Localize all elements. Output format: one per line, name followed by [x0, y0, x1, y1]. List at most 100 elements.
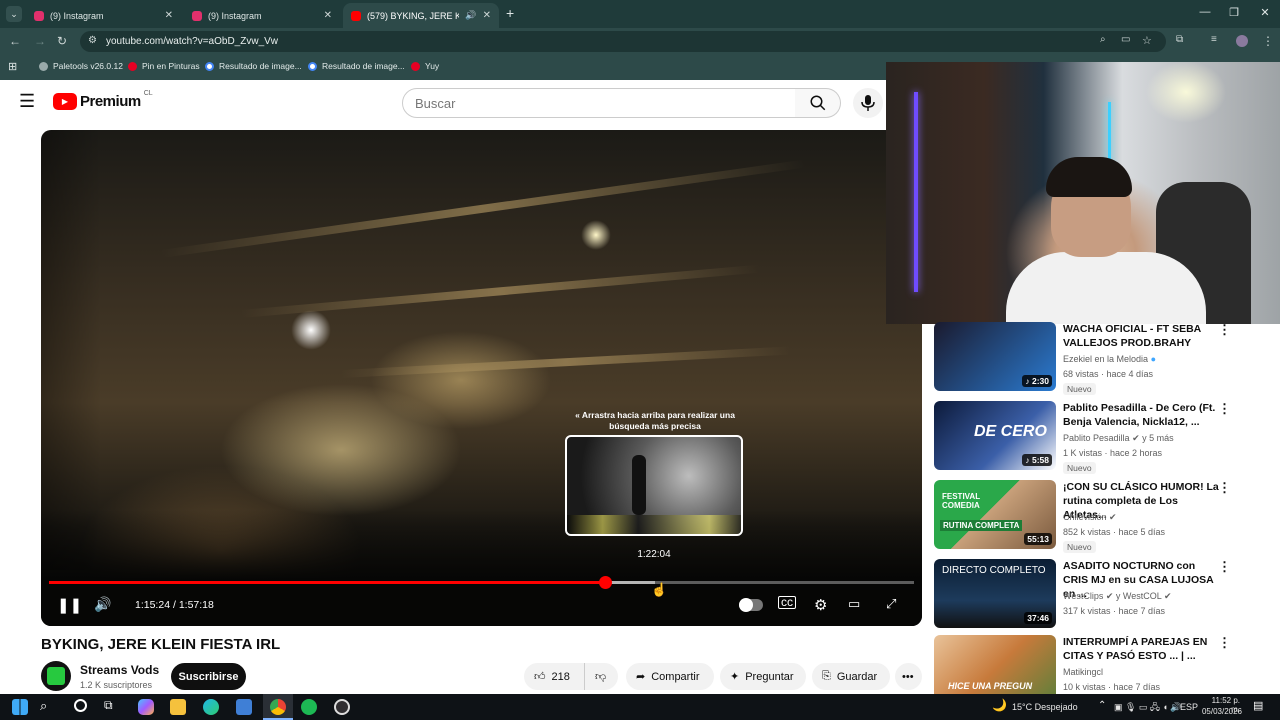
windows-start-icon[interactable] [12, 699, 28, 715]
obs-icon[interactable] [334, 699, 350, 715]
recommendation-channel: Ezekiel en la Melodia ● [1063, 354, 1156, 364]
menu-icon[interactable]: ⋮ [1262, 34, 1274, 48]
ask-button[interactable]: ✦ Preguntar [720, 663, 806, 690]
microphone-icon [861, 95, 875, 111]
more-vert-icon[interactable]: ⋮ [1218, 635, 1231, 651]
verified-icon: ● [1150, 354, 1157, 364]
minimize-icon[interactable]: — [1190, 6, 1220, 18]
channel-logo-icon [47, 667, 65, 685]
youtube-logo[interactable]: ▶ Premium CL [53, 90, 153, 110]
weather-text[interactable]: 15°C Despejado [1012, 702, 1078, 712]
weather-icon[interactable]: 🌙 [992, 698, 1007, 712]
spotify-icon[interactable] [301, 699, 317, 715]
progress-played-fill [49, 581, 605, 584]
video-thumbnail[interactable]: DE CERO ♪ 5:58 [934, 401, 1056, 470]
search-icon[interactable]: ⌕ [40, 698, 47, 714]
more-actions-button[interactable]: ••• [895, 663, 922, 690]
tray-chevron-icon[interactable]: ⌃ [1098, 700, 1106, 711]
file-explorer-icon[interactable] [170, 699, 186, 715]
bookmark-google-1[interactable]: Resultado de image... [205, 61, 302, 71]
store-icon[interactable] [236, 699, 252, 715]
channel-name[interactable]: Streams Vods [80, 663, 159, 677]
video-player[interactable]: « Arrastra hacia arriba para realizar un… [41, 130, 922, 626]
bookmark-label: Resultado de image... [219, 61, 302, 71]
more-vert-icon[interactable]: ⋮ [1218, 401, 1231, 417]
duration-badge: 55:13 [1024, 533, 1052, 545]
apps-icon[interactable]: ⊞ [8, 60, 17, 73]
tab-instagram-2[interactable]: (9) Instagram ✕ [184, 3, 340, 28]
hamburger-menu-icon[interactable]: ☰ [19, 91, 35, 112]
settings-gear-icon[interactable]: ⚙ [814, 596, 827, 614]
subtitles-icon[interactable]: cc [778, 596, 796, 609]
clock-date[interactable]: 05/03/2026 [1200, 707, 1242, 716]
voice-search-button[interactable] [853, 88, 883, 118]
save-button[interactable]: ⎘ Guardar [812, 663, 890, 690]
cast-icon[interactable]: ▭ [1121, 34, 1130, 45]
notifications-icon[interactable]: ▤ [1253, 699, 1263, 712]
audio-icon[interactable]: 🔊 [465, 10, 476, 21]
channel-avatar[interactable] [41, 661, 71, 691]
theater-mode-icon[interactable]: ▭ [848, 596, 860, 612]
fullscreen-icon[interactable]: ⤢ [886, 596, 896, 612]
progress-scrubber-handle[interactable] [599, 576, 612, 589]
search-button[interactable] [795, 88, 841, 118]
new-tab-button[interactable]: + [506, 5, 514, 21]
search-input[interactable]: Buscar [402, 88, 796, 118]
video-thumbnail[interactable]: FESTIVAL COMEDIA RUTINA COMPLETA 55:13 [934, 480, 1056, 549]
video-thumbnail[interactable]: HICE UNA PREGUN [934, 635, 1056, 694]
tray-icons[interactable]: ▣ 🎙 ▭ 🖧 ◖ 🔊 [1114, 700, 1182, 716]
url-input[interactable]: ⚙ youtube.com/watch?v=aObD_Zvw_Vw [80, 31, 1166, 52]
chrome-icon[interactable] [263, 694, 293, 720]
zoom-icon[interactable]: ⌕ [1100, 34, 1106, 45]
recommendation-meta: 68 vistas · hace 4 días [1063, 369, 1154, 379]
close-icon[interactable]: ✕ [324, 10, 332, 21]
verified-icon: ✔ [1105, 591, 1114, 601]
bookmark-yuy[interactable]: Yuy [411, 61, 439, 71]
dislike-button[interactable]: 👎︎ [584, 663, 618, 690]
bookmark-paletools[interactable]: Paletools v26.0.12 [39, 61, 123, 71]
channel-text: Chilevisión [1063, 512, 1107, 522]
recommendation-item[interactable]: ♪ 2:30 WACHA OFICIAL - FT SEBA VALLEJOS … [934, 322, 1264, 395]
bookmark-pinterest-1[interactable]: Pin en Pinturas [128, 61, 200, 71]
more-vert-icon[interactable]: ⋮ [1218, 322, 1231, 338]
close-icon[interactable]: ✕ [483, 10, 491, 21]
tab-youtube[interactable]: (579) BYKING, JERE KLEIN I 🔊 ✕ [343, 3, 499, 28]
profile-avatar[interactable] [1236, 35, 1248, 47]
pause-icon[interactable]: ❚❚ [57, 596, 82, 614]
recommendation-item[interactable]: FESTIVAL COMEDIA RUTINA COMPLETA 55:13 ¡C… [934, 480, 1264, 553]
tab-search-icon[interactable]: ⌄ [6, 6, 22, 22]
recommendation-item[interactable]: DE CERO ♪ 5:58 Pablito Pesadilla - De Ce… [934, 401, 1264, 474]
more-vert-icon[interactable]: ⋮ [1218, 559, 1231, 575]
share-button[interactable]: ➦ Compartir [626, 663, 714, 690]
recommendation-item[interactable]: DIRECTO COMPLETO 37:46 ASADITO NOCTURNO … [934, 559, 1264, 629]
tab-instagram-1[interactable]: (9) Instagram ✕ [26, 3, 181, 28]
restore-icon[interactable]: ❐ [1219, 6, 1249, 19]
language-indicator[interactable]: ESP [1180, 702, 1198, 712]
autoplay-toggle[interactable] [739, 598, 763, 612]
forward-icon[interactable]: → [34, 34, 46, 48]
more-vert-icon[interactable]: ⋮ [1218, 480, 1231, 496]
preview-performer [632, 455, 646, 515]
video-thumbnail[interactable]: ♪ 2:30 [934, 322, 1056, 391]
thumbs-down-icon: 👎︎ [595, 671, 607, 683]
bookmark-google-2[interactable]: Resultado de image... [308, 61, 405, 71]
close-icon[interactable]: ✕ [165, 10, 173, 21]
site-info-icon[interactable]: ⚙ [88, 35, 97, 46]
like-button[interactable]: 👍︎ 218 [524, 663, 584, 690]
reload-icon[interactable]: ↻ [57, 34, 67, 48]
task-view-icon[interactable]: ⧉ [104, 698, 113, 713]
recommendation-item[interactable]: HICE UNA PREGUN INTERRUMPÍ A PAREJAS EN … [934, 635, 1264, 694]
edge-icon[interactable] [203, 699, 219, 715]
subscribe-button[interactable]: Suscribirse [171, 663, 246, 690]
bookmark-star-icon[interactable]: ☆ [1142, 34, 1152, 47]
media-icon[interactable]: ≡ [1211, 34, 1217, 45]
volume-icon[interactable]: 🔊 [94, 596, 111, 613]
close-window-icon[interactable]: ✕ [1250, 6, 1280, 19]
back-icon[interactable]: ← [9, 34, 21, 48]
cortana-icon[interactable] [74, 699, 87, 712]
chrome-logo-icon [270, 699, 286, 715]
video-thumbnail[interactable]: DIRECTO COMPLETO 37:46 [934, 559, 1056, 628]
extensions-icon[interactable]: ⧉ [1176, 34, 1183, 45]
copilot-icon[interactable] [138, 699, 154, 715]
pinterest-icon [411, 61, 420, 71]
